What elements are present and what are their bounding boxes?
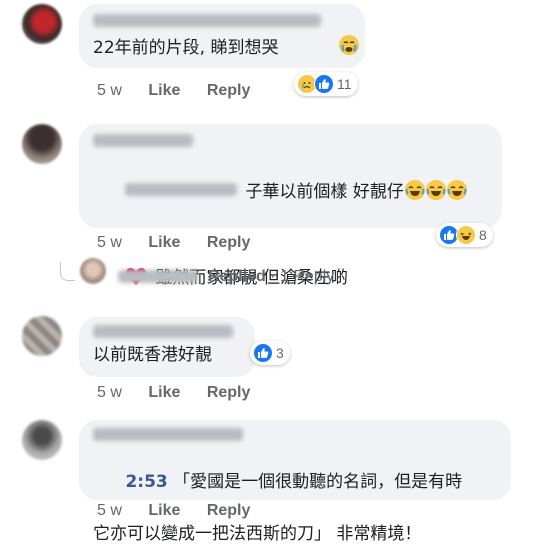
like-button[interactable]: Like xyxy=(148,234,180,251)
author-name[interactable] xyxy=(93,325,233,338)
reaction-count: 8 xyxy=(479,227,487,243)
avatar[interactable] xyxy=(22,420,62,460)
like-icon xyxy=(253,343,273,363)
reaction-summary[interactable]: 3 xyxy=(250,341,290,365)
comment-text-line-1: 子華以前個樣 好靚仔 xyxy=(93,153,488,231)
comment-bubble: 子華以前個樣 好靚仔 雖然而家都靚 但滄桑左啲 xyxy=(79,124,502,288)
comment-actions: 5 w Like Reply xyxy=(97,82,272,100)
replied-label: Replied xyxy=(208,268,266,285)
laughing-crying-emoji-icon xyxy=(446,180,467,200)
comment-bubble: 以前既香港好靚 xyxy=(79,317,255,377)
reply-button[interactable]: Reply xyxy=(207,384,251,401)
comment-bubble: 2:53 「愛國是一個很動聽的名詞，但是有時 它亦可以變成一把法西斯的刀」 非常… xyxy=(79,420,511,544)
author-name[interactable] xyxy=(93,14,321,27)
reply-arrow-icon xyxy=(60,262,75,281)
like-button[interactable]: Like xyxy=(148,502,180,519)
mention-name[interactable] xyxy=(125,183,238,196)
laughing-crying-emoji-icon xyxy=(425,180,446,200)
comment-bubble: 22年前的片段, 睇到想哭 xyxy=(79,4,365,68)
comment-actions: 5 w Like Reply xyxy=(97,234,272,252)
like-button[interactable]: Like xyxy=(148,82,180,99)
reply-count: · 1 Reply xyxy=(270,268,335,285)
avatar[interactable] xyxy=(22,316,62,356)
reply-button[interactable]: Reply xyxy=(207,234,251,251)
haha-icon xyxy=(456,225,476,245)
comment-actions: 5 w Like Reply xyxy=(97,384,272,402)
comment-text: 22年前的片段, 睇到想哭 xyxy=(93,38,279,58)
author-name[interactable] xyxy=(93,134,193,147)
replier-name[interactable] xyxy=(118,270,198,283)
reaction-count: 3 xyxy=(276,345,284,361)
reply-button[interactable]: Reply xyxy=(207,502,251,519)
video-timestamp-link[interactable]: 2:53 xyxy=(125,472,167,492)
like-button[interactable]: Like xyxy=(148,384,180,401)
reaction-summary[interactable]: 8 xyxy=(436,223,493,247)
replier-avatar[interactable] xyxy=(80,258,106,284)
timestamp[interactable]: 5 w xyxy=(97,502,122,519)
timestamp[interactable]: 5 w xyxy=(97,234,122,251)
like-icon xyxy=(314,74,334,94)
comment-text: 「愛國是一個很動聽的名詞，但是有時 xyxy=(173,472,463,492)
avatar[interactable] xyxy=(22,124,62,164)
view-replies-link[interactable]: Replied · 1 Reply xyxy=(208,268,334,286)
laughing-crying-emoji-icon xyxy=(404,180,425,200)
reaction-summary[interactable]: 11 xyxy=(294,72,358,96)
reply-button[interactable]: Reply xyxy=(207,82,251,99)
comment-actions: 5 w Like Reply xyxy=(97,502,272,520)
reaction-count: 11 xyxy=(337,76,352,92)
comment-text: 子華以前個樣 好靚仔 xyxy=(245,182,404,202)
avatar[interactable] xyxy=(22,4,62,44)
comment-text: 以前既香港好靚 xyxy=(93,345,212,365)
author-name[interactable] xyxy=(93,428,243,441)
crying-emoji-icon xyxy=(338,34,360,61)
timestamp[interactable]: 5 w xyxy=(97,82,122,99)
timestamp[interactable]: 5 w xyxy=(97,384,122,401)
